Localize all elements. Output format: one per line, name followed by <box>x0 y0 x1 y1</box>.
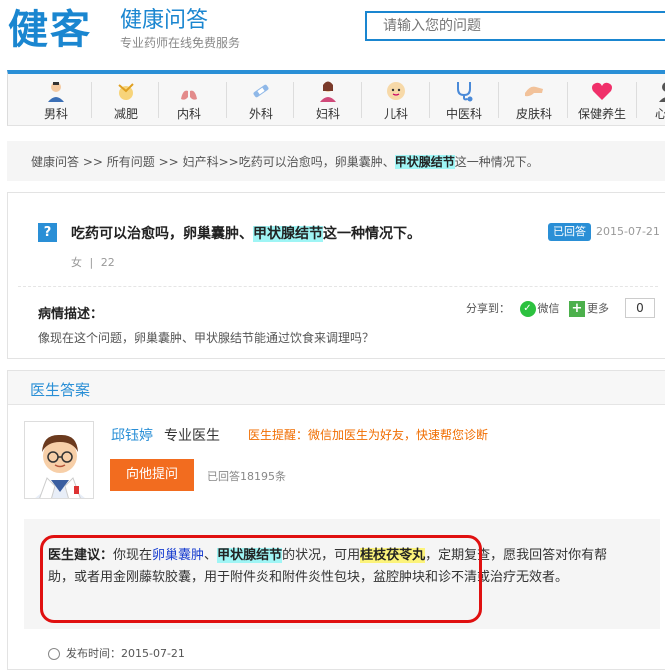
publish-date: 2015-07-21 <box>121 647 185 660</box>
site-logo[interactable]: 健客 <box>8 6 92 54</box>
site-subtitle: 专业药师在线免费服务 <box>120 36 241 50</box>
nav-label: 减肥 <box>113 107 138 121</box>
share-count: 0 <box>625 298 655 318</box>
share-label: 分享到： <box>466 302 510 315</box>
question-mark-icon: ? <box>38 223 57 242</box>
breadcrumb-current-pre: 吃药可以治愈吗，卵巢囊肿、 <box>238 155 395 169</box>
nav-item-male[interactable]: 男科 <box>22 77 90 125</box>
skin-hand-icon <box>522 79 546 103</box>
share-more-link[interactable]: 更多 <box>587 302 609 315</box>
share-bar: 分享到： ✓ 微信 + 更多 <box>466 300 609 317</box>
publish-time: 发布时间：2015-07-21 <box>48 645 185 661</box>
surgery-icon <box>249 79 273 103</box>
question-date: 2015-07-21 <box>596 225 660 238</box>
breadcrumb: 健康问答 >> 所有问题 >> 妇产科>>吃药可以治愈吗，卵巢囊肿、甲状腺结节这… <box>31 153 539 170</box>
doctor-tip: 医生提醒：微信加医生为好友，快速帮您诊断 <box>248 428 489 442</box>
site-title[interactable]: 健康问答 <box>120 8 208 34</box>
site-header: 健客 健康问答 专业药师在线免费服务 <box>0 0 665 66</box>
breadcrumb-current-highlight: 甲状腺结节 <box>394 155 455 169</box>
nav-item-gynecology[interactable]: 妇科 <box>294 77 362 125</box>
asker-gender: 女 <box>71 256 82 269</box>
answer-panel-title: 医生答案 <box>30 381 91 399</box>
search-input[interactable] <box>367 13 665 39</box>
answered-count: 已回答18195条 <box>207 470 286 483</box>
nav-item-internal[interactable]: 内科 <box>155 77 223 125</box>
nav-label: 皮肤科 <box>515 107 552 121</box>
doctor-avatar[interactable] <box>24 421 94 499</box>
nav-item-dermatology[interactable]: 皮肤科 <box>500 77 568 125</box>
breadcrumb-all-questions[interactable]: 所有问题 <box>107 155 155 169</box>
nav-label: 中医科 <box>445 107 482 121</box>
asker-age: 22 <box>100 256 115 269</box>
breadcrumb-home[interactable]: 健康问答 <box>31 155 79 169</box>
meta-separator: | <box>89 256 94 269</box>
share-wechat-link[interactable]: 微信 <box>538 302 560 315</box>
description-text: 像现在这个问题，卵巢囊肿、甲状腺结节能通过饮食来调理吗？ <box>38 331 375 345</box>
breadcrumb-separator: >> <box>82 155 103 169</box>
divider <box>18 286 658 287</box>
question-card: ? 吃药可以治愈吗，卵巢囊肿、甲状腺结节这一种情况下。 女 | 22 已回答 2… <box>7 192 665 359</box>
nav-item-psychology[interactable]: 心理 <box>633 77 665 125</box>
baby-icon <box>384 79 408 103</box>
clock-icon <box>48 648 60 660</box>
nav-item-weight-loss[interactable]: 减肥 <box>92 77 160 125</box>
question-title: 吃药可以治愈吗，卵巢囊肿、甲状腺结节这一种情况下。 <box>71 225 421 243</box>
heart-icon <box>590 79 614 103</box>
answer-panel-header: 医生答案 <box>8 371 665 405</box>
weight-loss-icon <box>114 79 138 103</box>
person-icon <box>655 79 665 103</box>
nav-label: 心理 <box>654 107 665 121</box>
doctor-name[interactable]: 邱钰婷 <box>111 425 153 445</box>
ask-doctor-button[interactable]: 向他提问 <box>110 459 194 491</box>
publish-label: 发布时间： <box>66 647 121 660</box>
nav-item-pediatrics[interactable]: 儿科 <box>362 77 430 125</box>
question-meta: 女 | 22 <box>71 254 115 270</box>
search-box[interactable] <box>365 11 665 41</box>
male-doctor-icon <box>44 79 68 103</box>
nav-item-tcm[interactable]: 中医科 <box>430 77 498 125</box>
breadcrumb-category[interactable]: 妇产科 <box>183 155 219 169</box>
nav-label: 妇科 <box>315 107 340 121</box>
breadcrumb-separator: >> <box>158 155 179 169</box>
breadcrumb-current-post: 这一种情况下。 <box>454 155 539 169</box>
answer-panel: 医生答案 邱钰婷 专业医生 医生提醒：微信加医生为好友，快速帮您诊断 向他提问 … <box>7 370 665 670</box>
wechat-icon[interactable]: ✓ <box>519 301 536 317</box>
doctor-title: 专业医生 <box>164 428 220 444</box>
advice-red-outline <box>40 535 482 623</box>
breadcrumb-bar: 健康问答 >> 所有问题 >> 妇产科>>吃药可以治愈吗，卵巢囊肿、甲状腺结节这… <box>7 141 665 181</box>
breadcrumb-separator: >> <box>218 155 239 169</box>
female-icon <box>316 79 340 103</box>
question-title-highlight: 甲状腺结节 <box>253 226 323 242</box>
nav-label: 男科 <box>43 107 68 121</box>
lungs-icon <box>177 79 201 103</box>
description-label: 病情描述： <box>38 307 104 322</box>
plus-icon[interactable]: + <box>569 301 585 317</box>
question-title-post: 这一种情况下。 <box>323 226 421 242</box>
question-title-pre: 吃药可以治愈吗，卵巢囊肿、 <box>71 226 253 242</box>
stethoscope-icon <box>452 79 476 103</box>
nav-divider <box>498 82 499 118</box>
nav-label: 外科 <box>248 107 273 121</box>
answered-badge: 已回答 <box>548 223 591 241</box>
nav-label: 保健养生 <box>577 107 626 121</box>
nav-item-health[interactable]: 保健养生 <box>568 77 636 125</box>
nav-label: 儿科 <box>383 107 408 121</box>
category-nav: 男科 减肥 内科 外科 妇科 儿科 中医科 皮肤科 保健养生 心 <box>7 70 665 126</box>
nav-item-surgery[interactable]: 外科 <box>227 77 295 125</box>
nav-label: 内科 <box>176 107 201 121</box>
